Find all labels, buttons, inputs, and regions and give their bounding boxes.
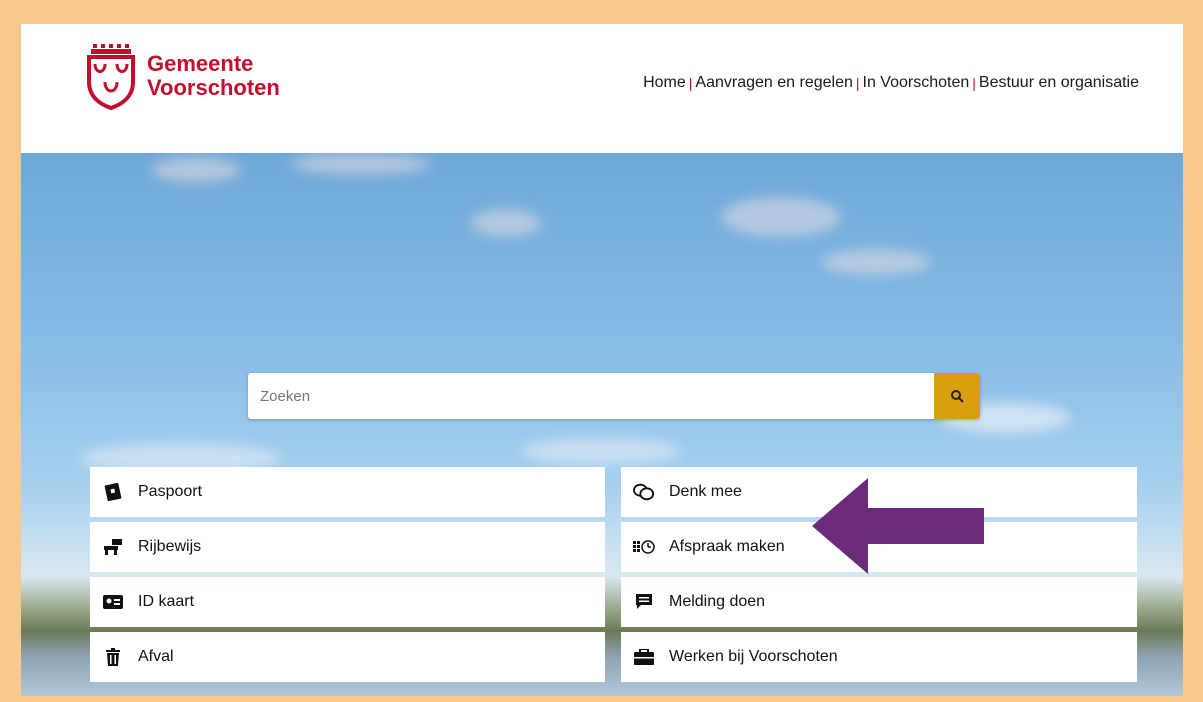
- tile-label: Afval: [138, 648, 174, 665]
- logo[interactable]: Gemeente Voorschoten: [83, 42, 280, 110]
- nav-in-voorschoten[interactable]: In Voorschoten: [863, 74, 970, 92]
- cloud: [721, 197, 841, 237]
- tile-melding-doen[interactable]: Melding doen: [621, 577, 1137, 627]
- search-button[interactable]: [934, 373, 980, 419]
- tile-paspoort[interactable]: Paspoort: [90, 467, 605, 517]
- trash-icon: [102, 646, 124, 668]
- nav-separator: |: [688, 75, 693, 91]
- tile-label: ID kaart: [138, 593, 195, 610]
- chat-bubbles-icon: [633, 481, 655, 503]
- logo-text: Gemeente Voorschoten: [147, 52, 280, 100]
- appointment-calendar-icon: [633, 536, 655, 558]
- municipal-crest-icon: [87, 44, 135, 110]
- tile-werken-bij-voorschoten[interactable]: Werken bij Voorschoten: [621, 632, 1137, 682]
- main-nav: Home | Aanvragen en regelen | In Voorschot…: [643, 74, 1139, 92]
- site-header: Gemeente Voorschoten Home | Aanvragen en …: [21, 24, 1183, 153]
- cloud: [521, 438, 681, 464]
- tile-label: Melding doen: [669, 593, 766, 610]
- cloud: [821, 249, 931, 275]
- tile-label: Paspoort: [138, 483, 203, 500]
- annotation-arrow-icon: [812, 478, 984, 574]
- tile-label: Afspraak maken: [669, 538, 785, 555]
- page: Gemeente Voorschoten Home | Aanvragen en …: [21, 24, 1183, 696]
- message-icon: [633, 591, 655, 613]
- logo-line-2: Voorschoten: [147, 75, 280, 100]
- tile-rijbewijs[interactable]: Rijbewijs: [90, 522, 605, 572]
- cloud: [151, 157, 241, 183]
- id-card-icon: [102, 591, 124, 613]
- search-icon: [951, 390, 964, 403]
- tile-label: Rijbewijs: [138, 538, 202, 555]
- search-input[interactable]: [248, 373, 933, 419]
- cloud: [471, 209, 541, 237]
- briefcase-icon: [633, 646, 655, 668]
- hero-image: Paspoort Rijbewijs ID kaart Afval Denk m…: [21, 153, 1183, 696]
- tile-afval[interactable]: Afval: [90, 632, 605, 682]
- passport-icon: [102, 481, 124, 503]
- logo-line-1: Gemeente: [147, 51, 254, 76]
- nav-separator: |: [855, 75, 860, 91]
- tile-id-kaart[interactable]: ID kaart: [90, 577, 605, 627]
- tile-label: Denk mee: [669, 483, 742, 500]
- nav-home[interactable]: Home: [643, 74, 686, 92]
- drivers-license-icon: [102, 536, 124, 558]
- cloud: [291, 153, 431, 175]
- nav-separator: |: [972, 75, 976, 91]
- tile-label: Werken bij Voorschoten: [669, 648, 838, 665]
- nav-bestuur[interactable]: Bestuur en organisatie: [979, 74, 1139, 92]
- search-bar: [248, 373, 980, 419]
- nav-aanvragen[interactable]: Aanvragen en regelen: [695, 74, 852, 92]
